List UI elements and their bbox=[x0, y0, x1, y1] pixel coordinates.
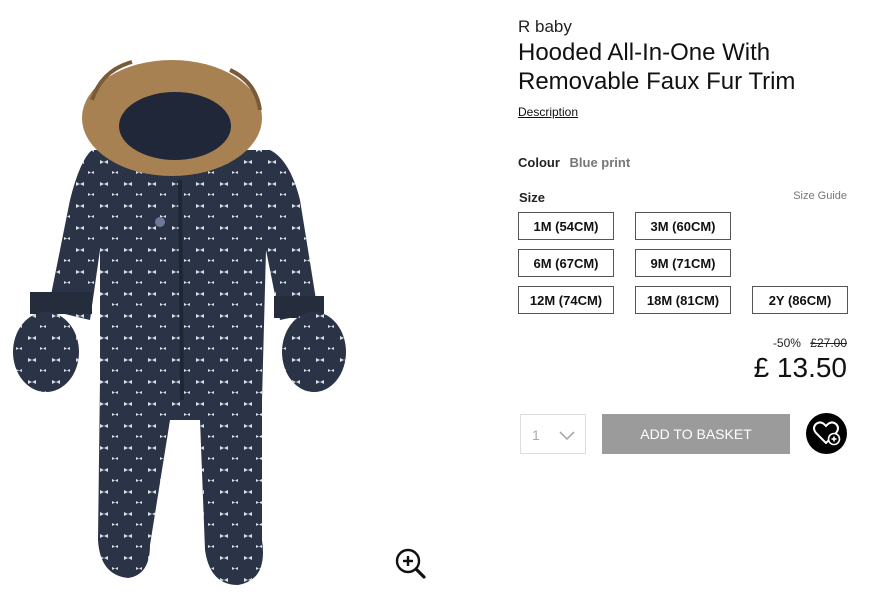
add-to-basket-button[interactable]: ADD TO BASKET bbox=[602, 414, 790, 454]
colour-label: Colour bbox=[518, 155, 560, 170]
colour-row: Colour Blue print bbox=[518, 155, 630, 170]
product-title: Hooded All-In-One With Removable Faux Fu… bbox=[518, 39, 796, 95]
size-option-9m[interactable]: 9M (71CM) bbox=[635, 249, 731, 277]
colour-value: Blue print bbox=[569, 155, 631, 170]
size-option-3m[interactable]: 3M (60CM) bbox=[635, 212, 731, 240]
product-image[interactable] bbox=[0, 0, 440, 596]
size-option-18m[interactable]: 18M (81CM) bbox=[635, 286, 731, 314]
size-option-2y[interactable]: 2Y (86CM) bbox=[752, 286, 848, 314]
heart-plus-icon bbox=[806, 421, 847, 458]
current-price: £ 13.50 bbox=[753, 352, 847, 383]
size-option-12m[interactable]: 12M (74CM) bbox=[518, 286, 614, 314]
chevron-down-icon bbox=[559, 428, 575, 446]
discount-percent: -50% bbox=[772, 336, 801, 350]
zoom-in-icon[interactable] bbox=[393, 546, 427, 580]
description-link[interactable]: Description bbox=[518, 105, 578, 119]
discount-row: -50% £27.00 bbox=[773, 336, 847, 350]
quantity-select[interactable]: 1 bbox=[520, 414, 586, 454]
brand-name: R baby bbox=[518, 17, 572, 36]
size-guide-link[interactable]: Size Guide bbox=[793, 190, 847, 202]
quantity-value: 1 bbox=[532, 427, 540, 443]
size-option-6m[interactable]: 6M (67CM) bbox=[518, 249, 614, 277]
size-label: Size bbox=[519, 190, 546, 205]
wishlist-button[interactable] bbox=[806, 413, 847, 454]
original-price: £27.00 bbox=[810, 336, 847, 350]
size-option-1m[interactable]: 1M (54CM) bbox=[518, 212, 614, 240]
